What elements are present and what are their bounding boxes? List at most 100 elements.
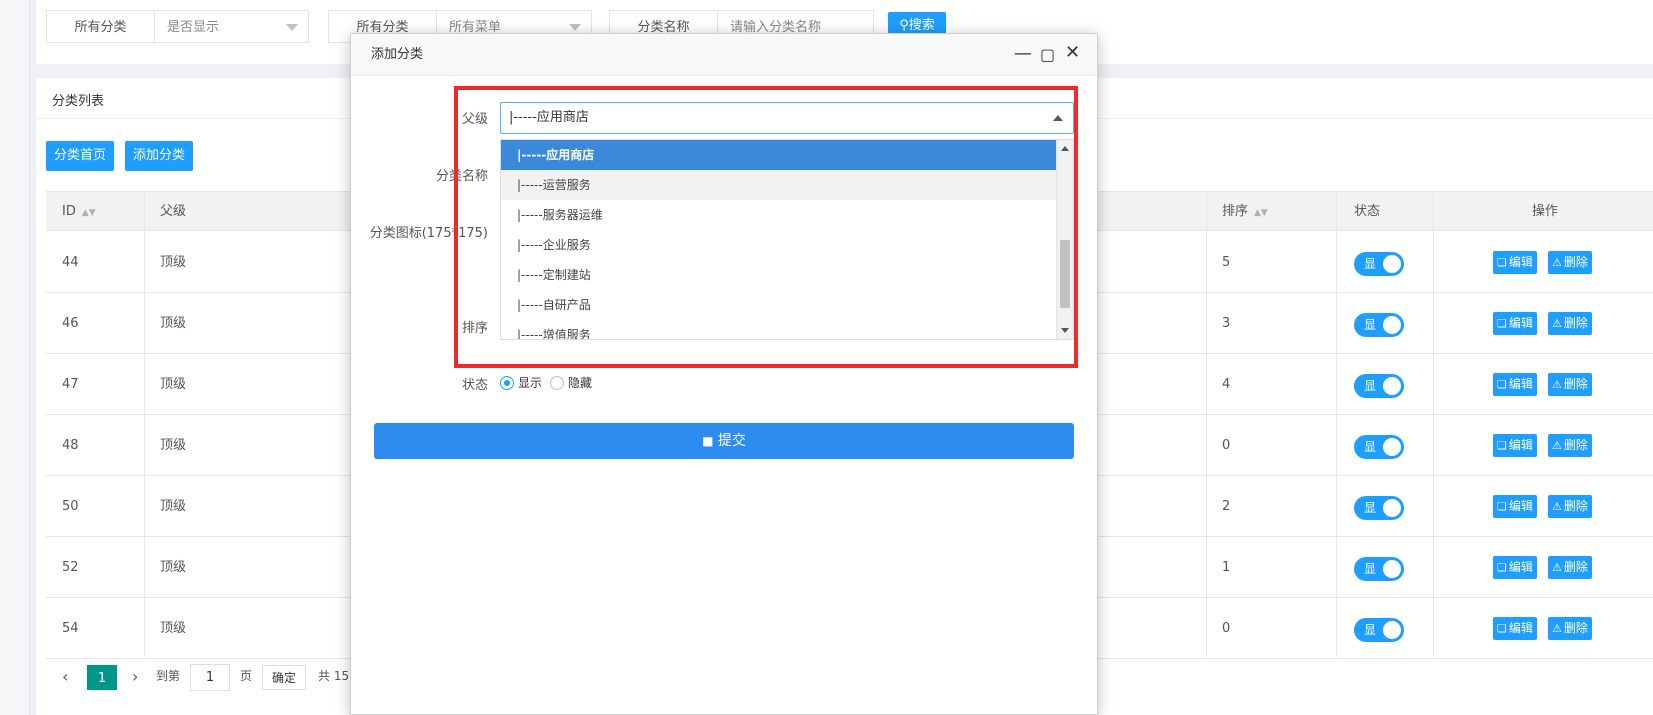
dropdown-option[interactable]: |-----应用商店 xyxy=(501,140,1057,170)
scrollbar-thumb[interactable] xyxy=(1060,240,1070,308)
goto-label: 到第 xyxy=(156,669,181,683)
edit-button[interactable]: ❏ 编辑 xyxy=(1493,434,1537,457)
next-page-button[interactable]: › xyxy=(132,663,138,690)
status-toggle[interactable]: 显 xyxy=(1354,252,1404,276)
delete-button[interactable]: ⚠ 删除 xyxy=(1548,617,1592,640)
cell-parent: 顶级 xyxy=(160,621,187,636)
cell-parent: 顶级 xyxy=(160,560,187,575)
radio-hide-label[interactable]: 隐藏 xyxy=(568,374,592,391)
caret-up-icon[interactable] xyxy=(1053,115,1063,121)
th-status: 状态 xyxy=(1354,204,1381,219)
delete-label: 删除 xyxy=(1563,316,1588,330)
panel-title: 分类列表 xyxy=(52,94,105,109)
delete-button[interactable]: ⚠ 删除 xyxy=(1548,556,1592,579)
dropdown-option[interactable]: |-----增值服务 xyxy=(501,320,1057,339)
add-category-button[interactable]: 添加分类 xyxy=(125,141,193,171)
edit-button[interactable]: ❏ 编辑 xyxy=(1493,556,1537,579)
filter-display-select[interactable]: 所有分类 是否显示 xyxy=(46,10,309,43)
status-toggle[interactable]: 显 xyxy=(1354,313,1404,337)
radio-show-label[interactable]: 显示 xyxy=(518,374,542,391)
toggle-label: 显 xyxy=(1364,562,1377,576)
modal-title: 添加分类 xyxy=(371,47,424,62)
status-label: 状态 xyxy=(461,378,488,393)
radio-hide[interactable] xyxy=(550,376,564,390)
copy-icon: ❏ xyxy=(1497,500,1507,513)
cell-sort: 4 xyxy=(1222,377,1231,392)
cell-parent: 顶级 xyxy=(160,499,187,514)
edit-button[interactable]: ❏ 编辑 xyxy=(1493,495,1537,518)
th-id[interactable]: ID ▲▼ xyxy=(62,192,96,233)
modal-header: 添加分类 — ▢ ✕ xyxy=(351,34,1097,76)
delete-button[interactable]: ⚠ 删除 xyxy=(1548,434,1592,457)
edit-button[interactable]: ❏ 编辑 xyxy=(1493,312,1537,335)
scroll-down-icon[interactable] xyxy=(1061,328,1069,333)
delete-button[interactable]: ⚠ 删除 xyxy=(1548,312,1592,335)
delete-button[interactable]: ⚠ 删除 xyxy=(1548,495,1592,518)
cell-parent: 顶级 xyxy=(160,438,187,453)
dropdown-option[interactable]: |-----企业服务 xyxy=(501,230,1057,260)
confirm-page-button[interactable]: 确定 xyxy=(262,665,306,690)
edit-button[interactable]: ❏ 编辑 xyxy=(1493,617,1537,640)
copy-icon: ❏ xyxy=(1497,378,1507,391)
edit-label: 编辑 xyxy=(1508,316,1533,330)
warning-icon: ⚠ xyxy=(1552,500,1562,513)
cell-id: 52 xyxy=(62,560,79,575)
toggle-knob xyxy=(1383,438,1401,456)
sort-icon[interactable]: ▲▼ xyxy=(82,208,96,218)
warning-icon: ⚠ xyxy=(1552,622,1562,635)
scroll-up-icon[interactable] xyxy=(1061,146,1069,151)
column-divider xyxy=(144,191,145,657)
status-toggle[interactable]: 显 xyxy=(1354,374,1404,398)
dropdown-option[interactable]: |-----服务器运维 xyxy=(501,200,1057,230)
cell-id: 54 xyxy=(62,621,79,636)
cell-id: 50 xyxy=(62,499,79,514)
th-ops: 操作 xyxy=(1532,204,1559,219)
cell-sort: 5 xyxy=(1222,255,1231,270)
delete-label: 删除 xyxy=(1563,621,1588,635)
prev-page-button[interactable]: ‹ xyxy=(62,663,68,690)
toggle-knob xyxy=(1383,499,1401,517)
edit-button[interactable]: ❏ 编辑 xyxy=(1493,373,1537,396)
edit-button[interactable]: ❏ 编辑 xyxy=(1493,251,1537,274)
current-page[interactable]: 1 xyxy=(87,665,117,690)
copy-icon: ❏ xyxy=(1497,561,1507,574)
delete-button[interactable]: ⚠ 删除 xyxy=(1548,373,1592,396)
total-count: 共 15 xyxy=(318,669,350,683)
dropdown-scrollbar[interactable] xyxy=(1056,140,1073,339)
submit-label: 提交 xyxy=(717,433,746,449)
cell-sort: 1 xyxy=(1222,560,1231,575)
cell-sort: 0 xyxy=(1222,621,1231,636)
search-label: 搜索 xyxy=(908,18,935,33)
toggle-knob xyxy=(1383,560,1401,578)
parent-select-value: |-----应用商店 xyxy=(509,110,589,125)
th-sort-label: 排序 xyxy=(1222,204,1249,219)
warning-icon: ⚠ xyxy=(1552,378,1562,391)
maximize-icon[interactable]: ▢ xyxy=(1040,43,1055,67)
status-toggle[interactable]: 显 xyxy=(1354,557,1404,581)
dropdown-option[interactable]: |-----运营服务 xyxy=(501,170,1057,200)
parent-dropdown: |-----应用商店 |-----运营服务 |-----服务器运维 |-----… xyxy=(500,139,1074,340)
delete-label: 删除 xyxy=(1563,560,1588,574)
delete-button[interactable]: ⚠ 删除 xyxy=(1548,251,1592,274)
sort-icon[interactable]: ▲▼ xyxy=(1254,208,1268,218)
submit-button[interactable]: ■ 提交 xyxy=(374,423,1074,459)
edit-label: 编辑 xyxy=(1508,560,1533,574)
dropdown-option[interactable]: |-----定制建站 xyxy=(501,260,1057,290)
status-toggle[interactable]: 显 xyxy=(1354,496,1404,520)
status-toggle[interactable]: 显 xyxy=(1354,618,1404,642)
dropdown-option[interactable]: |-----自研产品 xyxy=(501,290,1057,320)
th-sort[interactable]: 排序 ▲▼ xyxy=(1222,192,1268,233)
status-toggle[interactable]: 显 xyxy=(1354,435,1404,459)
left-sidebar xyxy=(0,0,30,715)
parent-select[interactable]: |-----应用商店 xyxy=(500,102,1074,134)
page-input[interactable]: 1 xyxy=(190,664,230,691)
cell-id: 44 xyxy=(62,255,79,270)
toggle-label: 显 xyxy=(1364,318,1377,332)
close-icon[interactable]: ✕ xyxy=(1065,41,1080,65)
category-home-button[interactable]: 分类首页 xyxy=(46,141,114,171)
cell-parent: 顶级 xyxy=(160,255,187,270)
minimize-icon[interactable]: — xyxy=(1014,42,1032,66)
radio-show[interactable] xyxy=(500,376,514,390)
toggle-label: 显 xyxy=(1364,379,1377,393)
edit-label: 编辑 xyxy=(1508,377,1533,391)
